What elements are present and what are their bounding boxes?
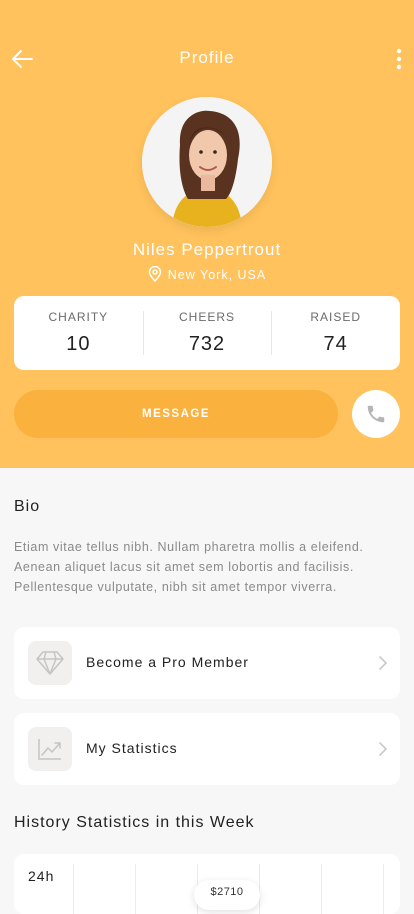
bio-text: Etiam vitae tellus nibh. Nullam pharetra… [14,540,364,594]
call-button[interactable] [352,390,400,438]
stat-value: 10 [66,333,91,355]
avatar[interactable] [142,97,272,227]
chart-gridline [135,864,136,914]
history-heading: History Statistics in this Week [14,814,255,831]
stat-cheers: CHEERS 732 [142,296,272,370]
chart-tooltip: $2710 [194,880,260,910]
top-bar: Profile [0,36,414,80]
my-statistics-card[interactable]: My Statistics [14,713,400,785]
page-title: Profile [179,48,235,67]
avatar-photo [142,97,272,227]
stat-value: 732 [188,333,226,355]
stat-label: CHARITY [48,310,109,324]
location-pin-icon [148,265,162,283]
profile-name: Niles Peppertrout [132,240,282,259]
stat-value: 74 [323,333,348,355]
bio-heading: Bio [14,498,41,515]
more-options-icon[interactable] [392,46,406,72]
chevron-right-icon [379,742,387,756]
chart-icon [38,739,61,760]
chart-gridline [73,864,74,914]
history-chart-card: 24h $2710 [14,854,400,914]
profile-location: New York, USA [0,265,414,283]
diamond-icon-box [28,641,72,685]
location-text: New York, USA [167,268,267,282]
stat-label: CHEERS [179,310,236,324]
profile-header: Profile Niles Peppertrout New York, USA … [0,0,414,468]
pro-member-card[interactable]: Become a Pro Member [14,627,400,699]
statistics-label: My Statistics [86,740,178,756]
stats-panel: CHARITY 10 CHEERS 732 RAISED 74 [14,296,400,370]
stat-charity: CHARITY 10 [14,296,143,370]
stat-label: RAISED [310,310,362,324]
chart-gridline [383,864,384,914]
phone-icon [367,405,385,423]
chevron-right-icon [379,656,387,670]
period-selector[interactable]: 24h [28,868,54,884]
stat-raised: RAISED 74 [271,296,400,370]
chart-icon-box [28,727,72,771]
diamond-icon [36,651,64,675]
message-button[interactable]: MESSAGE [14,390,338,438]
chart-gridline [321,864,322,914]
pro-member-label: Become a Pro Member [86,654,249,670]
